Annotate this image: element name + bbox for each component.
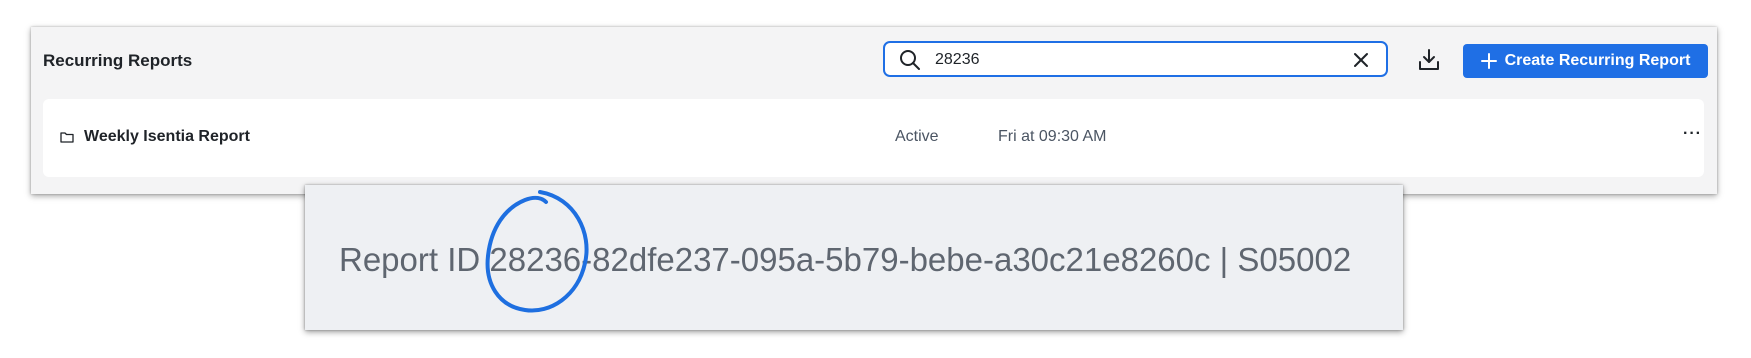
more-options-button[interactable]: ··· (1683, 125, 1702, 143)
download-icon[interactable] (1416, 47, 1442, 73)
plus-icon (1480, 53, 1497, 69)
report-id-text: Report ID 28236-82dfe237-095a-5b79-bebe-… (339, 241, 1352, 278)
page-title: Recurring Reports (43, 51, 193, 70)
schedule-label: Fri at 09:30 AM (998, 128, 1107, 145)
folder-icon (60, 132, 74, 143)
close-icon[interactable] (1352, 51, 1370, 69)
search-icon (900, 50, 920, 70)
status-label: Active (895, 128, 939, 145)
create-recurring-report-button[interactable]: Create Recurring Report (1463, 44, 1708, 78)
zoom-callout: Report ID 28236-82dfe237-095a-5b79-bebe-… (305, 185, 1403, 330)
search-input[interactable]: 28236 (935, 51, 980, 69)
create-button-label: Create Recurring Report (1504, 52, 1691, 69)
report-name[interactable]: Weekly Isentia Report (84, 128, 250, 146)
search-box[interactable]: 28236 (883, 41, 1388, 77)
report-row[interactable]: Weekly Isentia Report Active Fri at 09:3… (43, 99, 1704, 177)
recurring-reports-panel: Recurring Reports 28236 Create Recurring… (31, 27, 1717, 194)
